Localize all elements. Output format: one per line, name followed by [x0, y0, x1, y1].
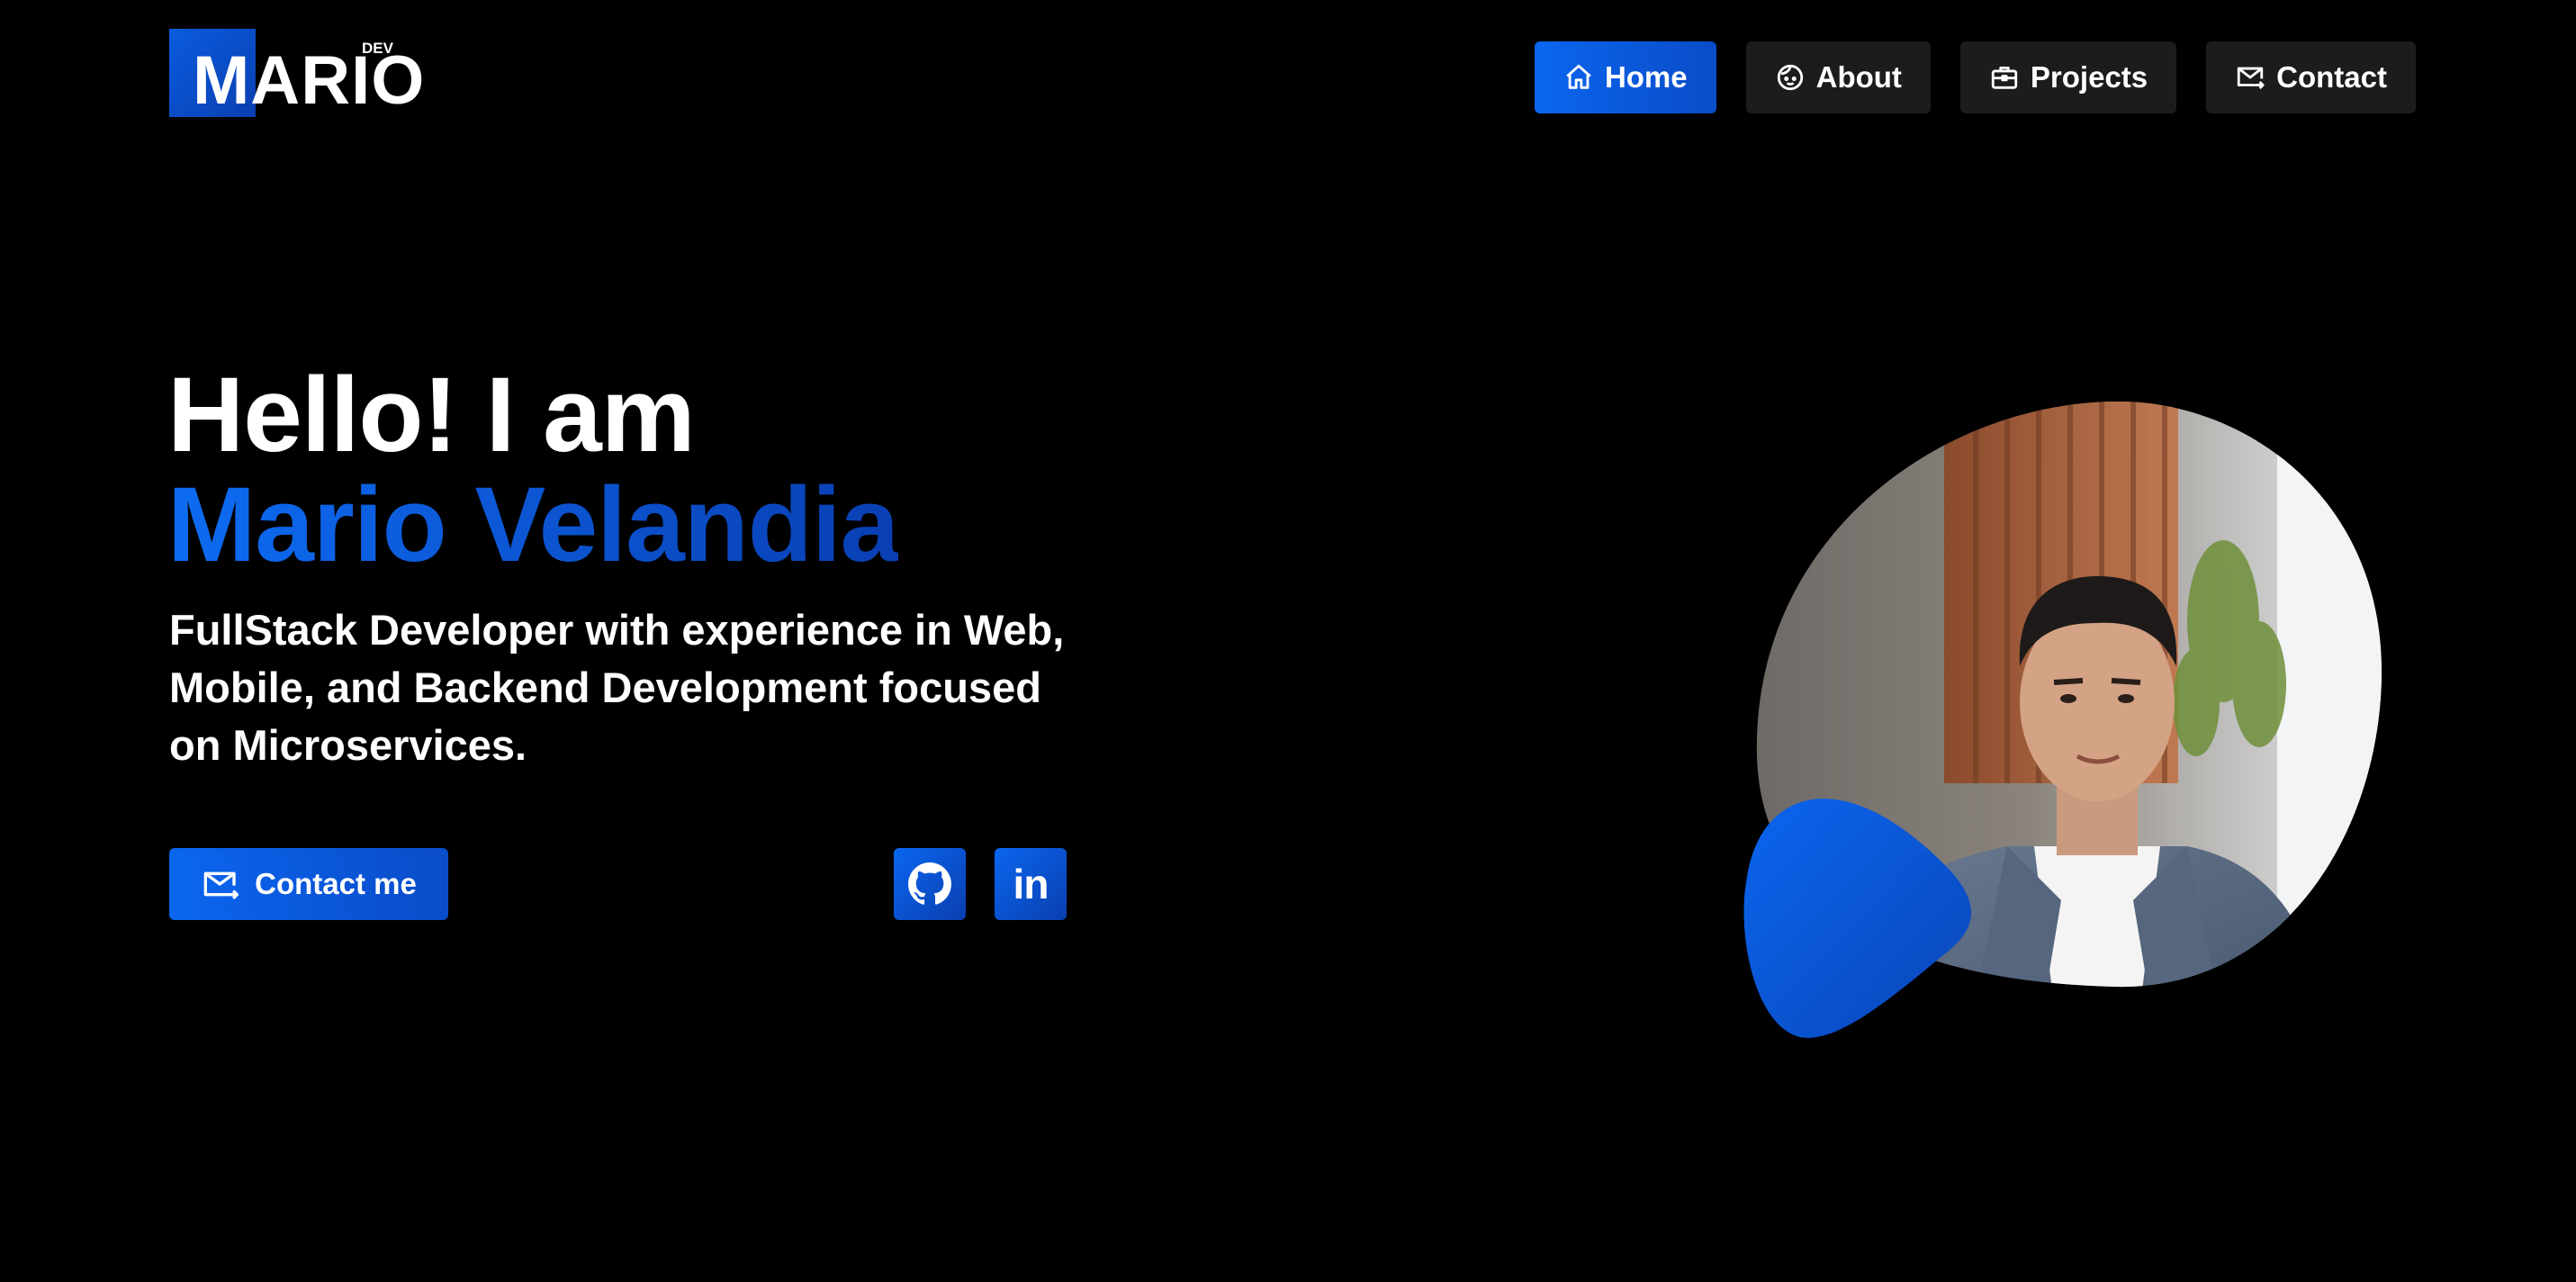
nav-about-label: About — [1815, 60, 1902, 94]
nav-home[interactable]: Home — [1534, 41, 1716, 113]
face-icon — [1777, 64, 1803, 91]
logo[interactable]: MARIO DEV — [169, 29, 424, 119]
github-button[interactable] — [894, 848, 966, 920]
hero-description: FullStack Developer with experience in W… — [169, 606, 1065, 769]
main-nav: Home About Projects Contact — [1534, 41, 2416, 113]
mail-icon — [203, 871, 239, 900]
nav-home-label: Home — [1604, 60, 1688, 94]
linkedin-button[interactable]: in — [995, 848, 1067, 920]
logo-dev-badge: DEV — [362, 40, 393, 57]
page: MARIO DEV Home About Projects Contact He… — [0, 0, 2576, 1282]
nav-about[interactable]: About — [1745, 41, 1931, 113]
home-icon — [1566, 64, 1591, 89]
hero-greeting: Hello! I am — [167, 356, 696, 474]
nav-contact-label: Contact — [2276, 60, 2387, 94]
profile-photo — [1743, 401, 2382, 1038]
mail-icon — [2237, 67, 2265, 90]
linkedin-icon: in — [1013, 861, 1049, 907]
nav-contact[interactable]: Contact — [2206, 41, 2416, 113]
contact-me-label: Contact me — [255, 867, 417, 900]
contact-me-button[interactable]: Contact me — [169, 848, 448, 920]
github-icon — [908, 862, 951, 905]
briefcase-icon — [1991, 66, 2018, 89]
nav-projects[interactable]: Projects — [1959, 41, 2177, 113]
hero-name: Mario Velandia — [167, 465, 899, 584]
nav-projects-label: Projects — [2030, 60, 2148, 94]
